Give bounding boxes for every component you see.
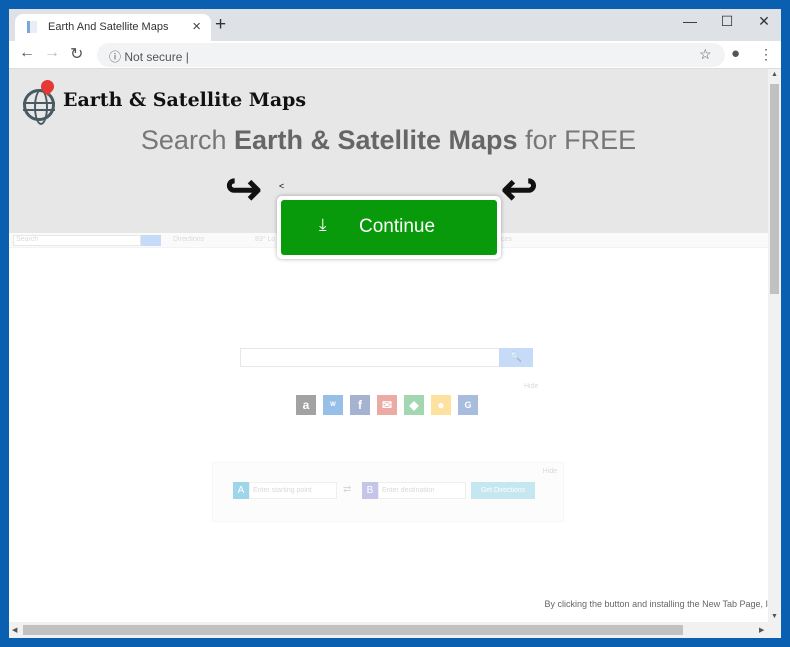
destination-input[interactable]: Enter destination (378, 482, 466, 499)
page-content: Earth & Satellite Maps Search Earth & Sa… (9, 69, 768, 622)
walmart-icon[interactable]: W (323, 395, 343, 415)
close-tab-icon[interactable]: × (192, 18, 201, 35)
start-input[interactable]: Enter starting point (249, 482, 337, 499)
headline: Search Earth & Satellite Maps for FREE (140, 125, 637, 155)
a-marker: A (233, 482, 249, 499)
close-window-button[interactable]: ✕ (749, 13, 779, 30)
main-search-input[interactable]: 🔍 (240, 348, 533, 367)
tab-active[interactable]: Earth And Satellite Maps × (15, 14, 211, 41)
minimize-button[interactable]: — (675, 13, 705, 29)
continue-button[interactable]: ⤓ Continue (281, 200, 497, 255)
arrow-right-icon: ↪ (501, 165, 538, 214)
bg-weather: 83° Lo (255, 236, 276, 243)
globe-icon (23, 89, 55, 125)
gs-icon[interactable]: G (458, 395, 478, 415)
toolbar: ← → ↻ ⓘ Not secure | ☆ ● ⋮ (9, 41, 781, 69)
new-tab-button[interactable]: + (215, 14, 226, 36)
bg-link: ces (501, 236, 512, 243)
stray-char: < (279, 181, 285, 191)
arrow-left-icon: ↪ (225, 165, 262, 214)
page-icon (27, 21, 37, 33)
vertical-scrollbar[interactable]: ▲ ▼ (768, 69, 781, 622)
reload-icon[interactable]: ↻ (70, 44, 83, 64)
maps-icon[interactable]: ● (431, 395, 451, 415)
maximize-button[interactable]: ☐ (712, 13, 742, 30)
directions-hide[interactable]: Hide (543, 468, 557, 475)
address-bar[interactable]: ⓘ Not secure | (97, 43, 725, 67)
gmail-icon[interactable]: ✉ (377, 395, 397, 415)
back-icon[interactable]: ← (19, 44, 35, 62)
bg-directions: Directions (173, 236, 205, 243)
security-status: Not secure (124, 50, 183, 64)
google-maps-icon[interactable]: ◆ (404, 395, 424, 415)
bg-search-input: Search (13, 235, 141, 246)
get-directions-button[interactable]: Get Directions (471, 482, 535, 499)
menu-icon[interactable]: ⋮ (759, 46, 773, 63)
bg-search-icon (141, 235, 161, 246)
forward-icon[interactable]: → (44, 44, 60, 62)
swap-icon[interactable]: ⇄ (343, 484, 351, 495)
footer-disclaimer: By clicking the button and installing th… (544, 599, 768, 609)
search-icon[interactable]: 🔍 (499, 348, 533, 367)
logo-text: Earth & Satellite Maps (63, 89, 307, 111)
tab-bar: Earth And Satellite Maps × + — ☐ ✕ (9, 9, 781, 41)
horizontal-scrollbar[interactable]: ◀ ▶ (9, 622, 781, 638)
continue-button-wrap: ⤓ Continue (277, 196, 501, 259)
tab-title: Earth And Satellite Maps (48, 21, 169, 33)
star-icon[interactable]: ☆ (699, 46, 712, 63)
info-icon: ⓘ (109, 50, 122, 64)
profile-icon[interactable]: ● (731, 45, 740, 62)
b-marker: B (362, 482, 378, 499)
hide-link[interactable]: Hide (524, 383, 538, 390)
download-icon: ⤓ (319, 215, 327, 234)
amazon-icon[interactable]: a (296, 395, 316, 415)
directions-box: Hide A Enter starting point ⇄ B Enter de… (212, 462, 564, 522)
facebook-icon[interactable]: f (350, 395, 370, 415)
shortcut-icons: a W f ✉ ◆ ● G (296, 395, 478, 415)
browser-window: Earth And Satellite Maps × + — ☐ ✕ ← → ↻… (9, 9, 781, 638)
